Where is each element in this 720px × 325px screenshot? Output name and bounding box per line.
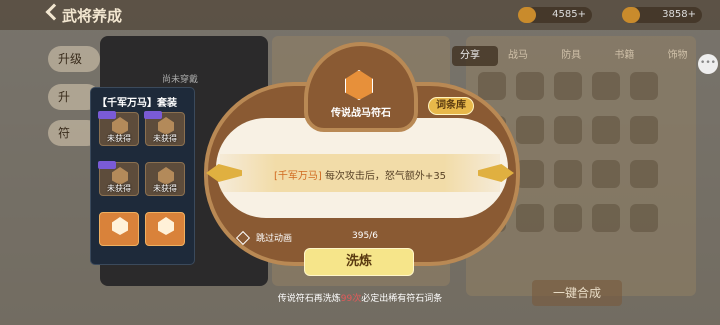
rarity-tag-icon [144,111,162,119]
set-title: 【千军万马】套装 [97,98,177,109]
currency-1: 4585+ [518,7,592,23]
inventory-slot[interactable] [592,116,620,144]
inventory-slot[interactable] [516,116,544,144]
set-slot[interactable]: 未获得 [144,111,185,146]
inventory-slot[interactable] [516,204,544,232]
page-title: 武将养成 [62,7,123,25]
inventory-slot[interactable] [554,204,582,232]
inventory-slot[interactable] [630,204,658,232]
gold-ingot-icon [518,7,536,23]
set-slot[interactable]: 未获得 [98,161,139,196]
chat-bubble-icon[interactable]: ••• [698,54,718,74]
rarity-tag-icon [98,111,116,119]
tab-accessory[interactable]: 饰物 [668,50,688,61]
currency-2: 3858+ [622,7,702,23]
inventory-slot[interactable] [554,160,582,188]
lexicon-button[interactable]: 词条库 [428,97,474,115]
stone-icon [158,217,174,235]
inventory-slot[interactable] [630,160,658,188]
attribute-desc: 每次攻击后，怒气额外+35 [324,171,447,182]
inventory-slot[interactable] [592,204,620,232]
wash-button[interactable]: 洗炼 [304,248,414,276]
unequipped-text: 尚未穿戴 [162,75,199,85]
stone-name: 传说战马符石 [331,108,391,119]
set-slot[interactable] [99,212,139,246]
set-popup: 【千军万马】套装 未获得 未获得 未获得 未获得 [90,87,195,265]
inventory-slot[interactable] [516,160,544,188]
tab-armor[interactable]: 防具 [561,50,581,61]
attribute-name: [千军万马] [273,171,322,182]
set-slot[interactable]: 未获得 [145,162,185,196]
inventory-slot[interactable] [478,72,506,100]
set-slot[interactable]: 未获得 [98,111,139,146]
inventory-slot[interactable] [630,116,658,144]
menu-upgrade[interactable]: 升级 [48,46,100,72]
tab-horse[interactable]: 战马 [508,50,528,61]
share-button[interactable]: 分享 [452,46,498,66]
attribute-line: [千军万马] 每次攻击后，怒气额外+35 [222,167,498,182]
inventory-tabs[interactable]: 战马 防具 书籍 饰物 [508,46,688,61]
inventory-slot[interactable] [592,72,620,100]
rarity-tag-icon [98,161,116,169]
set-slot[interactable] [145,212,185,246]
wash-hint: 传说符石再洗炼99次必定出稀有符石词条 [277,294,443,304]
stone-icon [112,217,128,235]
inventory-slot[interactable] [554,116,582,144]
inventory-slot[interactable] [592,160,620,188]
tab-book[interactable]: 书籍 [614,50,634,61]
coin-icon [622,7,640,23]
inventory-slot[interactable] [630,72,658,100]
skip-animation-label[interactable]: 跳过动画 [256,231,292,244]
inventory-slot[interactable] [516,72,544,100]
inventory-slot[interactable] [554,72,582,100]
cost-text: 395/6 [352,231,378,241]
